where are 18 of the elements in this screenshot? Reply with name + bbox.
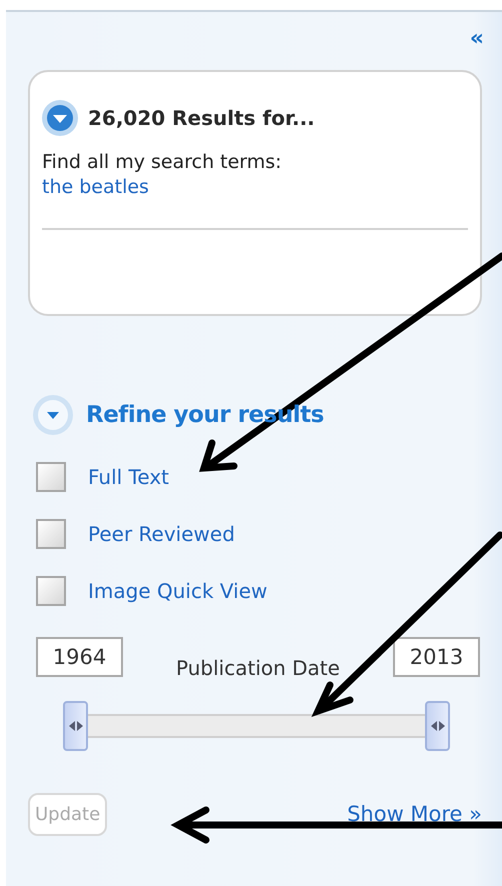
collapse-button[interactable]: « [470, 26, 482, 52]
filter-link[interactable]: Peer Reviewed [88, 518, 235, 548]
show-more-link[interactable]: Show More » [347, 798, 482, 830]
expand-icon[interactable] [32, 394, 74, 436]
slider-handle[interactable] [425, 701, 450, 751]
checkbox[interactable] [36, 576, 66, 606]
publication-date-label: Publication Date [176, 655, 340, 682]
search-terms-label: Find all my search terms: [42, 150, 283, 175]
checkbox[interactable] [36, 518, 66, 548]
end-year-field[interactable]: 2013 [392, 637, 480, 677]
checkbox[interactable] [36, 462, 66, 492]
results-heading: 26,020 Results for... [88, 105, 315, 132]
filter-link[interactable]: Full Text [88, 462, 170, 492]
start-year-field[interactable]: 1964 [36, 637, 123, 677]
slider-handle[interactable] [63, 701, 88, 751]
expand-icon[interactable] [42, 100, 78, 136]
filter-link[interactable]: Image Quick View [88, 576, 268, 606]
query-link[interactable]: the beatles [42, 174, 149, 200]
